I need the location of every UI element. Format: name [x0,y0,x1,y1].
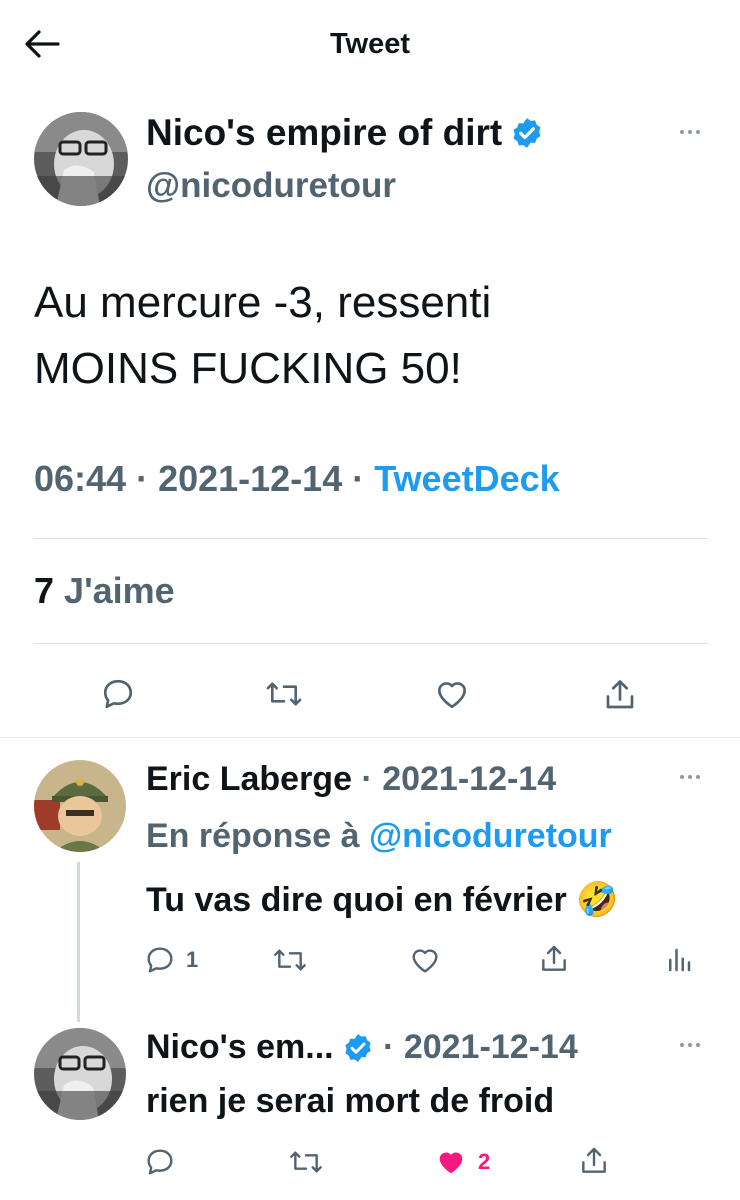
reply-header: Eric Laberge · 2021-12-14 [146,760,557,799]
author-name[interactable]: Nico's empire of dirt [146,112,502,154]
rofl-emoji: 🤣 [576,880,619,920]
like-count: 2 [478,1149,491,1174]
avatar-photo [34,112,128,206]
share-icon [542,945,566,971]
tweet-meta: 06:44 · 2021-12-14 · TweetDeck [34,458,560,500]
reply-text-body: Tu vas dire quoi en février [146,881,567,919]
retweet-icon [290,1151,322,1173]
author-handle[interactable]: @nicoduretour [146,166,396,206]
retweet-button[interactable] [265,676,303,712]
tweet-date[interactable]: 2021-12-14 [158,458,342,499]
share-icon [582,1147,606,1173]
reply-text: rien je serai mort de froid [146,1082,555,1120]
thread-connector [77,862,80,1022]
reply-date[interactable]: 2021-12-14 [404,1028,578,1067]
reply-button[interactable] [100,676,136,712]
more-options-icon[interactable] [680,1043,700,1047]
reply-button[interactable]: 1 [144,944,198,976]
avatar[interactable] [34,760,126,852]
share-icon [606,680,634,709]
author-name-row: Nico's empire of dirt [146,112,544,154]
top-bar: Tweet [0,0,740,90]
meta-separator: · [342,458,375,499]
heart-icon [437,682,467,709]
verified-badge-icon [510,116,544,150]
reply-icon [147,947,173,973]
heart-icon [412,949,438,973]
share-button[interactable] [538,942,570,976]
page-title: Tweet [329,28,411,60]
avatar-photo [34,1028,126,1120]
likes-summary[interactable]: 7 J'aime [34,570,175,612]
tweet-source-link[interactable]: TweetDeck [374,458,559,499]
retweet-icon [274,949,306,971]
reply-text: Tu vas dire quoi en février 🤣 [146,880,619,920]
retweet-button[interactable] [288,1146,324,1178]
avatar-photo [34,760,126,852]
reply-context: En réponse à @nicoduretour [146,817,612,856]
more-options-icon[interactable] [680,130,700,134]
heart-filled-icon [439,1152,463,1174]
reply-button[interactable] [144,1146,176,1178]
like-button[interactable] [408,944,442,976]
retweet-button[interactable] [272,944,308,976]
like-button[interactable] [433,676,471,712]
tweet-time: 06:44 [34,458,127,499]
more-options-icon[interactable] [680,775,700,779]
reply-header: Nico's em... · 2021-12-14 [146,1028,578,1067]
reply-context-prefix: En réponse à [146,817,360,855]
avatar[interactable] [34,112,128,206]
retweet-icon [266,682,302,706]
like-button[interactable]: 2 [434,1146,490,1178]
likes-count: 7 [34,570,55,611]
reply-author-name[interactable]: Eric Laberge [146,760,352,799]
divider [34,643,708,644]
reply-icon [103,679,133,709]
avatar[interactable] [34,1028,126,1120]
divider [34,538,708,539]
tweet-text-line: Au mercure -3, ressenti [34,278,492,327]
likes-label: J'aime [64,570,175,611]
reply-author-name[interactable]: Nico's em... [146,1028,334,1067]
reply-date[interactable]: 2021-12-14 [382,760,556,799]
tweet-text-line: MOINS FUCKING 50! [34,344,462,393]
reply-count: 1 [186,947,199,972]
meta-separator: · [126,458,159,499]
tweet-text: Au mercure -3, ressenti MOINS FUCKING 50… [34,270,714,402]
section-divider [0,737,740,738]
reply-icon [147,1149,173,1175]
analytics-icon [669,948,691,972]
verified-badge-icon [342,1032,374,1064]
reply-to-handle[interactable]: @nicoduretour [369,817,612,856]
analytics-button[interactable] [664,944,694,976]
share-button[interactable] [602,676,638,714]
share-button[interactable] [578,1144,610,1178]
